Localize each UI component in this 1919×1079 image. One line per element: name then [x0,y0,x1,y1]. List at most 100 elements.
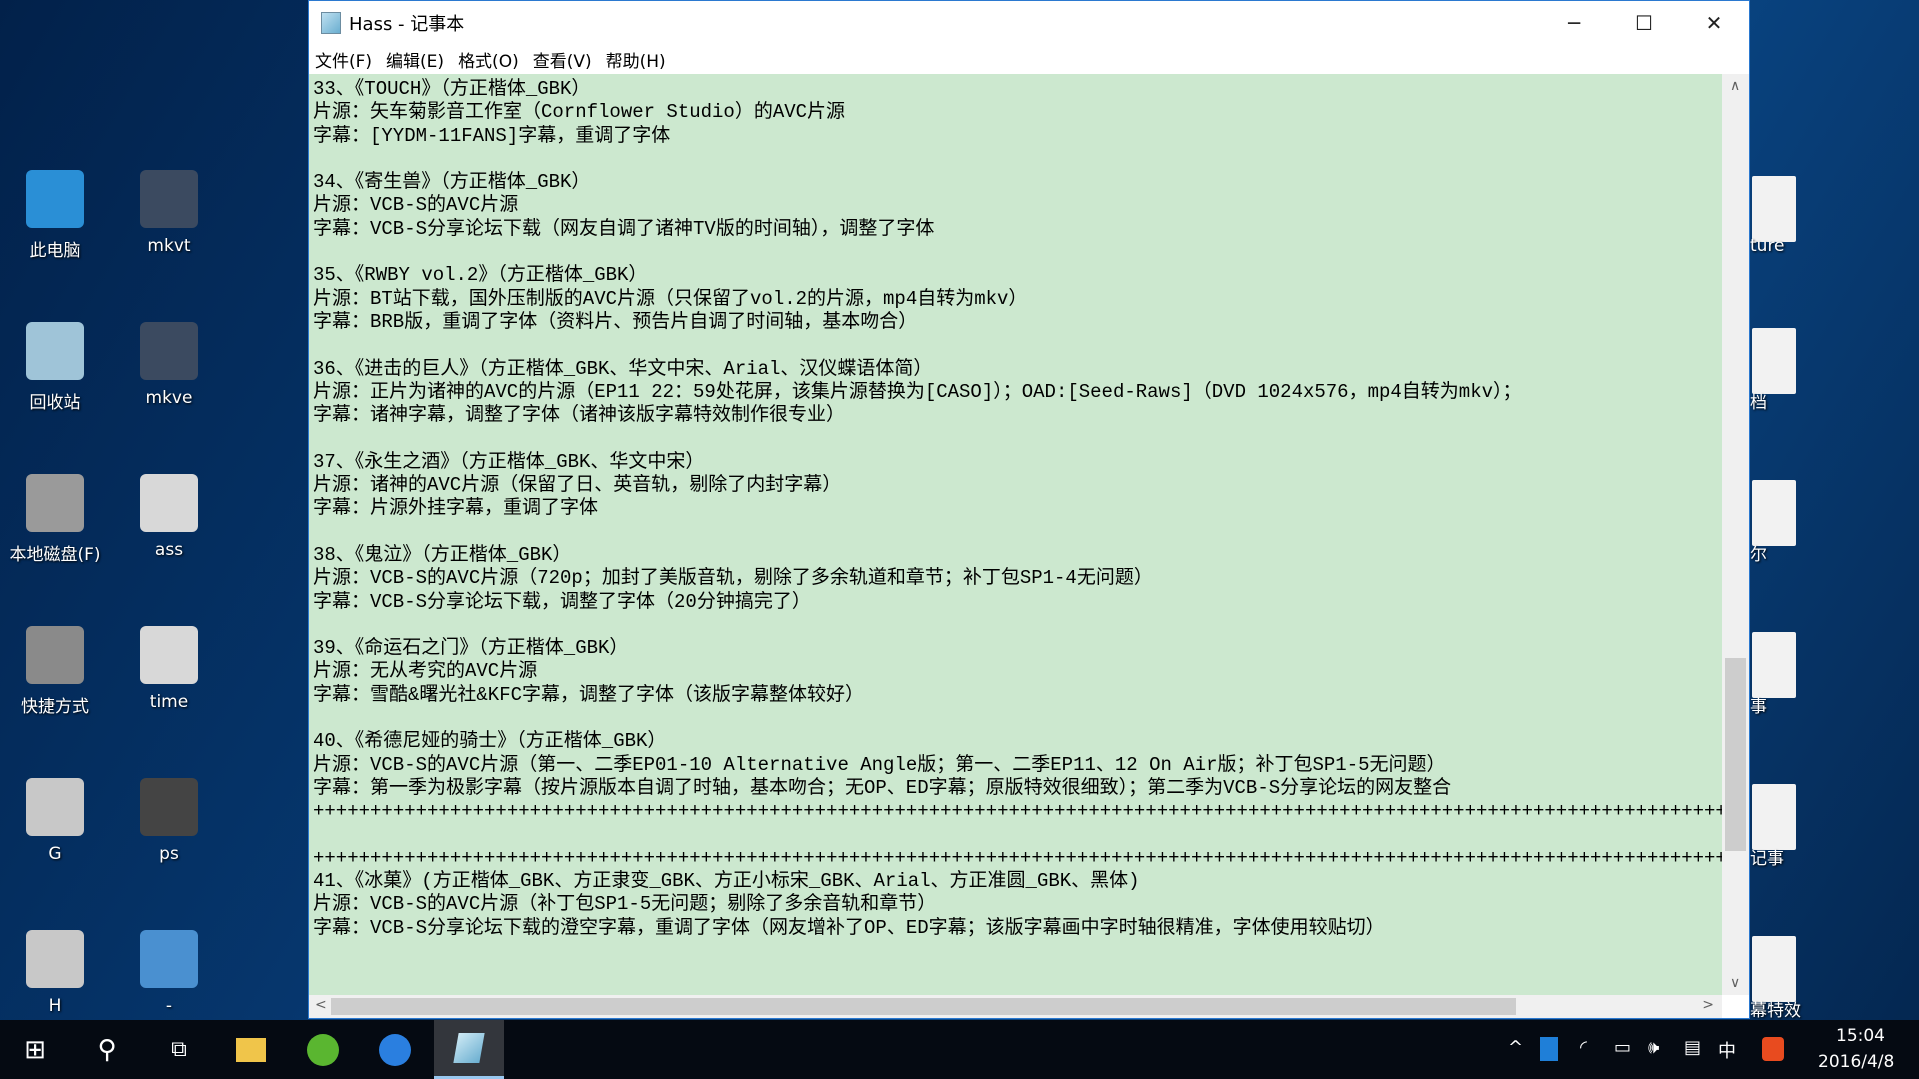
file-explorer-icon[interactable] [216,1020,286,1079]
menu-item[interactable]: 编辑(E) [386,47,444,72]
desktop-icon-label: ass [154,540,184,560]
text-line: 片源：正片为诸神的AVC的片源（EP11 22：59处花屏，该集片源替换为[CA… [313,380,1522,403]
scroll-right-arrow-icon[interactable]: > [1702,997,1714,1013]
text-line [313,824,1722,847]
desktop-icon-image[interactable] [1752,784,1796,850]
desktop-icon[interactable]: 本地磁盘(F) [5,474,105,565]
clock-date[interactable]: 2016/4/8 [1818,1052,1894,1072]
text-line [313,707,1722,730]
desktop-icon-label: 回收站 [29,393,81,413]
text-line: 字幕：雪酷&曙光社&KFC字幕，调整了字体（该版字幕整体较好） [313,683,865,706]
desktop-icon-label: 快捷方式 [21,697,89,717]
vertical-scrollbar[interactable]: ∧ ∨ [1722,74,1749,995]
desktop-icon-label[interactable]: 事 [1750,692,1767,717]
text-line: 片源：无从考究的AVC片源 [313,660,538,683]
text-line: 片源：VCB-S的AVC片源（720p；加封了美版音轨，剔除了多余轨道和章节；补… [313,567,1153,590]
text-line: 字幕：VCB-S分享论坛下载（网友自调了诸神TV版的时间轴），调整了字体 [313,217,935,240]
desktop-icon-image[interactable] [1752,176,1796,242]
minimize-button[interactable]: ─ [1539,1,1609,45]
desktop-icon-label[interactable]: 幕特效 [1750,996,1801,1021]
close-button[interactable]: ✕ [1679,1,1749,45]
notepad-icon[interactable] [434,1020,504,1079]
desktop-icon[interactable]: ps [119,778,219,864]
menu-item[interactable]: 帮助(H) [606,47,666,72]
desktop-icon-image [26,474,84,532]
desktop-icon[interactable]: mkvt [119,170,219,256]
scroll-left-arrow-icon[interactable]: < [315,997,327,1013]
desktop-icon-image [26,322,84,380]
desktop-icon[interactable]: - [119,930,219,1016]
desktop-icon[interactable]: time [119,626,219,712]
desktop-icon-image [26,778,84,836]
desktop-icon[interactable]: mkve [119,322,219,408]
horizontal-scroll-thumb[interactable] [331,998,1516,1015]
text-line: 字幕：VCB-S分享论坛下载，调整了字体（20分钟搞完了） [313,590,811,613]
browser-icon[interactable] [288,1020,358,1079]
text-line: 字幕：第一季为极影字幕（按片源版本自调了时轴，基本吻合；无OP、ED字幕；原版特… [313,776,1452,799]
desktop-icon-label[interactable]: ture [1750,236,1785,256]
desktop-icon-image [140,170,198,228]
desktop-icon-label: mkvt [147,236,191,256]
text-line: 41、《冰菓》(方正楷体_GBK、方正隶变_GBK、方正小标宋_GBK、Aria… [313,870,1140,893]
title-bar[interactable]: Hass - 记事本 [309,1,1749,45]
sogou-ime-icon[interactable] [1762,1037,1784,1061]
desktop-icon-image [26,626,84,684]
desktop-icon-image[interactable] [1752,632,1796,698]
text-line: 字幕：BRB版，重调了字体（资料片、预告片自调了时间轴，基本吻合） [313,310,918,333]
taskbar: ⊞ ⚲ ⧉ ^ ◜ ▭ 🕪 ▤ 中 15:04 2016/4/8 [0,1020,1919,1079]
desktop-icon[interactable]: 此电脑 [5,170,105,261]
desktop-icon-image[interactable] [1752,480,1796,546]
sogou-browser-icon[interactable] [360,1020,430,1079]
desktop-icon-label[interactable]: 档 [1750,388,1767,413]
desktop-icon[interactable]: G [5,778,105,864]
text-line: 37、《永生之酒》（方正楷体_GBK、华文中宋） [313,450,705,473]
start-icon[interactable]: ⊞ [0,1020,70,1079]
desktop-icon-label[interactable]: 记事 [1750,844,1784,869]
network-icon[interactable]: ◜ [1580,1037,1587,1058]
text-editor[interactable]: 33、《TOUCH》（方正楷体_GBK） 片源：矢车菊影音工作室（Cornflow… [309,74,1722,995]
notepad-icon [321,12,341,34]
desktop-icon-image[interactable] [1752,328,1796,394]
text-line: 40、《希德尼娅的骑士》（方正楷体_GBK） [313,730,667,753]
horizontal-scrollbar[interactable]: < > [309,995,1722,1018]
desktop-icon-label[interactable]: 尔 [1750,540,1767,565]
desktop-icon-image [26,170,84,228]
volume-icon[interactable]: 🕪 [1648,1037,1659,1058]
desktop-icon-label: ps [159,844,179,864]
notification-icon[interactable]: ▤ [1684,1037,1701,1058]
desktop-icon-image [140,930,198,988]
desktop-icon[interactable]: 快捷方式 [5,626,105,717]
notepad-window[interactable]: Hass - 记事本 ─ ☐ ✕ 文件(F) 编辑(E) 格式(O) 查看(V) 帮助(… [308,0,1750,1019]
text-line: 字幕：片源外挂字幕，重调了字体 [313,497,599,520]
menu-item[interactable]: 格式(O) [458,47,519,72]
desktop-icon[interactable]: ass [119,474,219,560]
desktop-icon[interactable]: H [5,930,105,1016]
clock-time[interactable]: 15:04 [1836,1026,1885,1046]
search-icon[interactable]: ⚲ [72,1020,142,1079]
text-line: 33、《TOUCH》（方正楷体_GBK） [313,78,591,100]
text-line: 片源：VCB-S的AVC片源（第一、二季EP01-10 Alternative … [313,753,1446,776]
desktop-icon-image[interactable] [1752,936,1796,1002]
text-line: 字幕：VCB-S分享论坛下载的澄空字幕，重调了字体（网友增补了OP、ED字幕；该… [313,916,1385,939]
task-view-icon[interactable]: ⧉ [144,1020,214,1079]
desktop-icon-image [140,322,198,380]
ime-indicator[interactable]: 中 [1718,1037,1736,1063]
text-line: 39、《命运石之门》（方正楷体_GBK） [313,637,629,660]
text-line: 片源：VCB-S的AVC片源 [313,194,519,217]
scroll-down-arrow-icon[interactable]: ∨ [1730,975,1740,991]
desktop-icon-label: - [165,996,173,1016]
tray-app-icon[interactable] [1540,1037,1558,1061]
desktop-icon[interactable]: 回收站 [5,322,105,413]
menu-item[interactable]: 查看(V) [533,47,592,72]
maximize-button[interactable]: ☐ [1609,1,1679,45]
desktop-icon-image [140,474,198,532]
text-line: 片源：VCB-S的AVC片源（补丁包SP1-5无问题；剔除了多余音轨和章节） [313,893,937,916]
tray-chevron-icon[interactable]: ^ [1508,1037,1523,1058]
vertical-scroll-thumb[interactable] [1725,658,1746,852]
scroll-up-arrow-icon[interactable]: ∧ [1730,78,1740,94]
battery-icon[interactable]: ▭ [1614,1037,1631,1058]
desktop-icon-label: G [48,844,62,864]
desktop-icon-image [140,626,198,684]
menu-item[interactable]: 文件(F) [315,47,372,72]
text-line: 35、《RWBY vol.2》（方正楷体_GBK） [313,264,648,287]
